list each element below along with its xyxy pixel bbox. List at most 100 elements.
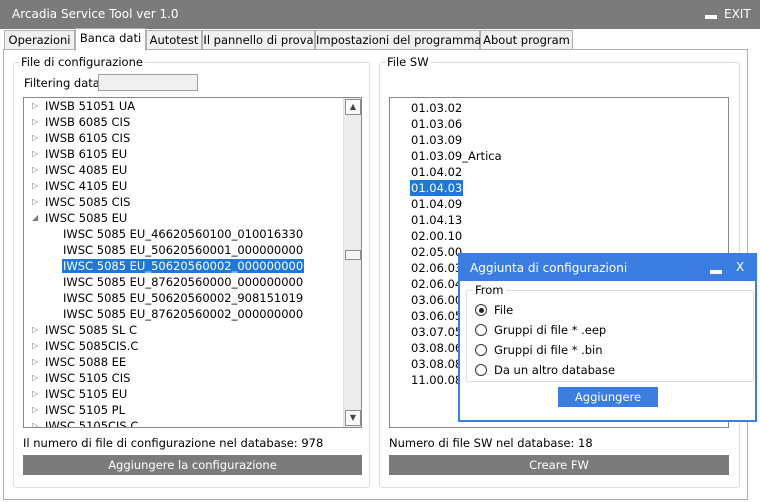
- sw-list-item[interactable]: 11.00.08: [410, 372, 463, 388]
- tree-group-node[interactable]: ▷ IWSC 5105 PL: [32, 402, 126, 418]
- tree-node-label: IWSC 5085 EU_46620560100_010016330: [63, 227, 304, 241]
- tree-file-node[interactable]: IWSC 5085 EU_50620560002_908151019: [62, 290, 304, 306]
- add-config-button[interactable]: Aggiungere la configurazione: [23, 455, 362, 475]
- tree-node-label: IWSC 5085 EU: [45, 211, 128, 225]
- radio-circle-icon[interactable]: [475, 344, 487, 356]
- tree-group-node[interactable]: ▷ IWSC 4085 EU: [32, 162, 128, 178]
- triangle-right-icon[interactable]: ▷: [32, 418, 42, 427]
- sw-list-item[interactable]: 03.06.05: [410, 308, 463, 324]
- tree-group-node[interactable]: ▷ IWSC 5085 SL C: [32, 322, 138, 338]
- tree-node-label: IWSC 4105 EU: [45, 179, 128, 193]
- dialog-minimize-icon[interactable]: [710, 270, 722, 274]
- tree-node-label: IWSC 5085 EU_50620560002_908151019: [63, 291, 304, 305]
- sw-list-item[interactable]: 01.04.02: [410, 164, 463, 180]
- tree-node-label: IWSB 6105 CIS: [45, 131, 131, 145]
- radio-dot-icon: [478, 307, 484, 313]
- tree-file-node[interactable]: IWSC 5085 EU_87620560002_000000000: [62, 306, 304, 322]
- triangle-right-icon[interactable]: ▷: [32, 178, 42, 194]
- tree-group-node[interactable]: ▷ IWSC 5085 CIS: [32, 194, 131, 210]
- sw-list-item[interactable]: 03.06.00: [410, 292, 463, 308]
- radio-circle-icon[interactable]: [475, 304, 487, 316]
- tree-file-node[interactable]: IWSC 5085 EU_50620560001_000000000: [62, 242, 304, 258]
- config-count: Il numero di file di configurazione nel …: [23, 436, 324, 450]
- scroll-up-icon[interactable]: ▲: [345, 99, 361, 115]
- tree-group-node[interactable]: ▷ IWSB 51051 UA: [32, 98, 136, 114]
- triangle-right-icon[interactable]: ▷: [32, 386, 42, 402]
- radio-circle-icon[interactable]: [475, 364, 487, 376]
- tree-group-node[interactable]: ▷ IWSC 5085CIS.C: [32, 338, 139, 354]
- create-fw-button[interactable]: Creare FW: [389, 455, 729, 475]
- tree-group-node[interactable]: ▷ IWSB 6085 CIS: [32, 114, 131, 130]
- tree-node-label: IWSC 5085 EU_87620560002_000000000: [63, 307, 304, 321]
- config-tree[interactable]: ▷ IWSB 51051 UA ▷ IWSB 6085 CIS ▷ IWSB 6105 C…: [23, 97, 362, 428]
- tree-group-node[interactable]: ▷ IWSC 4105 EU: [32, 178, 128, 194]
- sw-list-item[interactable]: 01.03.09: [410, 132, 463, 148]
- triangle-right-icon[interactable]: ▷: [32, 194, 42, 210]
- minimize-icon[interactable]: [705, 15, 717, 19]
- config-files-title: File di configurazione: [19, 55, 145, 69]
- sw-list-item[interactable]: 02.06.03: [410, 260, 463, 276]
- tree-node-label: IWSC 5105 CIS: [45, 371, 131, 385]
- scroll-thumb[interactable]: [345, 250, 361, 260]
- triangle-right-icon[interactable]: ▷: [32, 114, 42, 130]
- tree-node-label: IWSC 5105 PL: [45, 403, 126, 417]
- dialog-add-button[interactable]: Aggiungere: [558, 387, 658, 407]
- scroll-down-icon[interactable]: ▼: [345, 410, 361, 426]
- tab-about-program[interactable]: About program: [480, 30, 573, 50]
- sw-list-item[interactable]: 01.04.09: [410, 196, 463, 212]
- add-config-dialog: Aggiunta di configurazioni X From File Gr…: [458, 253, 757, 422]
- tree-group-node[interactable]: ▷ IWSB 6105 CIS: [32, 130, 131, 146]
- tree-group-node[interactable]: ▷ IWSC 5105CIS.C: [32, 418, 139, 428]
- sw-list-item[interactable]: 01.03.09_Artica: [410, 148, 503, 164]
- sw-list-item[interactable]: 01.03.02: [410, 100, 463, 116]
- tab-operazioni[interactable]: Operazioni: [4, 30, 75, 50]
- triangle-right-icon[interactable]: ▷: [32, 402, 42, 418]
- from-group: From File Gruppi di file * .eep Gruppi di …: [466, 283, 754, 382]
- tab-banca-dati[interactable]: Banca dati: [75, 28, 146, 51]
- triangle-right-icon[interactable]: ▷: [32, 162, 42, 178]
- app-title: Arcadia Service Tool ver 1.0: [12, 7, 179, 21]
- tree-node-label: IWSC 5085 EU_50620560002_000000000: [62, 259, 305, 273]
- dialog-close-button[interactable]: X: [736, 260, 744, 274]
- exit-button[interactable]: EXIT: [724, 7, 751, 21]
- tree-node-label: IWSC 5105CIS.C: [45, 419, 139, 428]
- sw-count: Numero di file SW nel database: 18: [389, 436, 593, 450]
- sw-list-item[interactable]: 01.04.03: [410, 180, 464, 196]
- tree-scrollbar[interactable]: ▲ ▼: [343, 98, 361, 427]
- sw-list-item[interactable]: 02.05.00: [410, 244, 463, 260]
- sw-list-item[interactable]: 01.03.06: [410, 116, 463, 132]
- triangle-right-icon[interactable]: ▷: [32, 338, 42, 354]
- title-bar: Arcadia Service Tool ver 1.0 EXIT: [0, 0, 760, 29]
- triangle-right-icon[interactable]: ▷: [32, 146, 42, 162]
- tree-node-label: IWSC 5085 CIS: [45, 195, 131, 209]
- radio-circle-icon[interactable]: [475, 324, 487, 336]
- tab-impostazioni[interactable]: Impostazioni del programma: [315, 30, 481, 50]
- sw-list-item[interactable]: 03.08.06: [410, 340, 463, 356]
- radio-label: Gruppi di file * .eep: [494, 323, 607, 337]
- sw-list-item[interactable]: 01.04.13: [410, 212, 463, 228]
- tree-file-node[interactable]: IWSC 5085 EU_46620560100_010016330: [62, 226, 304, 242]
- sw-list-item[interactable]: 03.08.08: [410, 356, 463, 372]
- triangle-down-icon[interactable]: ◢: [32, 210, 42, 226]
- tree-group-node[interactable]: ◢ IWSC 5085 EU: [32, 210, 128, 226]
- tab-pannello-di-prova[interactable]: Il pannello di prova: [202, 30, 315, 50]
- tree-node-label: IWSC 5085 EU_87620560000_000000000: [63, 275, 304, 289]
- tree-group-node[interactable]: ▷ IWSC 5088 EE: [32, 354, 127, 370]
- tab-autotest[interactable]: Autotest: [146, 30, 202, 50]
- sw-list-item[interactable]: 02.06.04: [410, 276, 463, 292]
- tree-file-node[interactable]: IWSC 5085 EU_87620560000_000000000: [62, 274, 304, 290]
- tree-group-node[interactable]: ▷ IWSC 5105 EU: [32, 386, 128, 402]
- tree-group-node[interactable]: ▷ IWSC 5105 CIS: [32, 370, 131, 386]
- triangle-right-icon[interactable]: ▷: [32, 322, 42, 338]
- triangle-right-icon[interactable]: ▷: [32, 130, 42, 146]
- tree-node-label: IWSC 5085CIS.C: [45, 339, 139, 353]
- tree-group-node[interactable]: ▷ IWSB 6105 EU: [32, 146, 128, 162]
- tree-node-label: IWSB 51051 UA: [45, 99, 136, 113]
- triangle-right-icon[interactable]: ▷: [32, 354, 42, 370]
- filter-input[interactable]: [98, 74, 198, 91]
- triangle-right-icon[interactable]: ▷: [32, 370, 42, 386]
- tree-file-node[interactable]: IWSC 5085 EU_50620560002_000000000: [62, 258, 305, 274]
- triangle-right-icon[interactable]: ▷: [32, 98, 42, 114]
- sw-list-item[interactable]: 02.00.10: [410, 228, 463, 244]
- sw-list-item[interactable]: 03.07.05: [410, 324, 463, 340]
